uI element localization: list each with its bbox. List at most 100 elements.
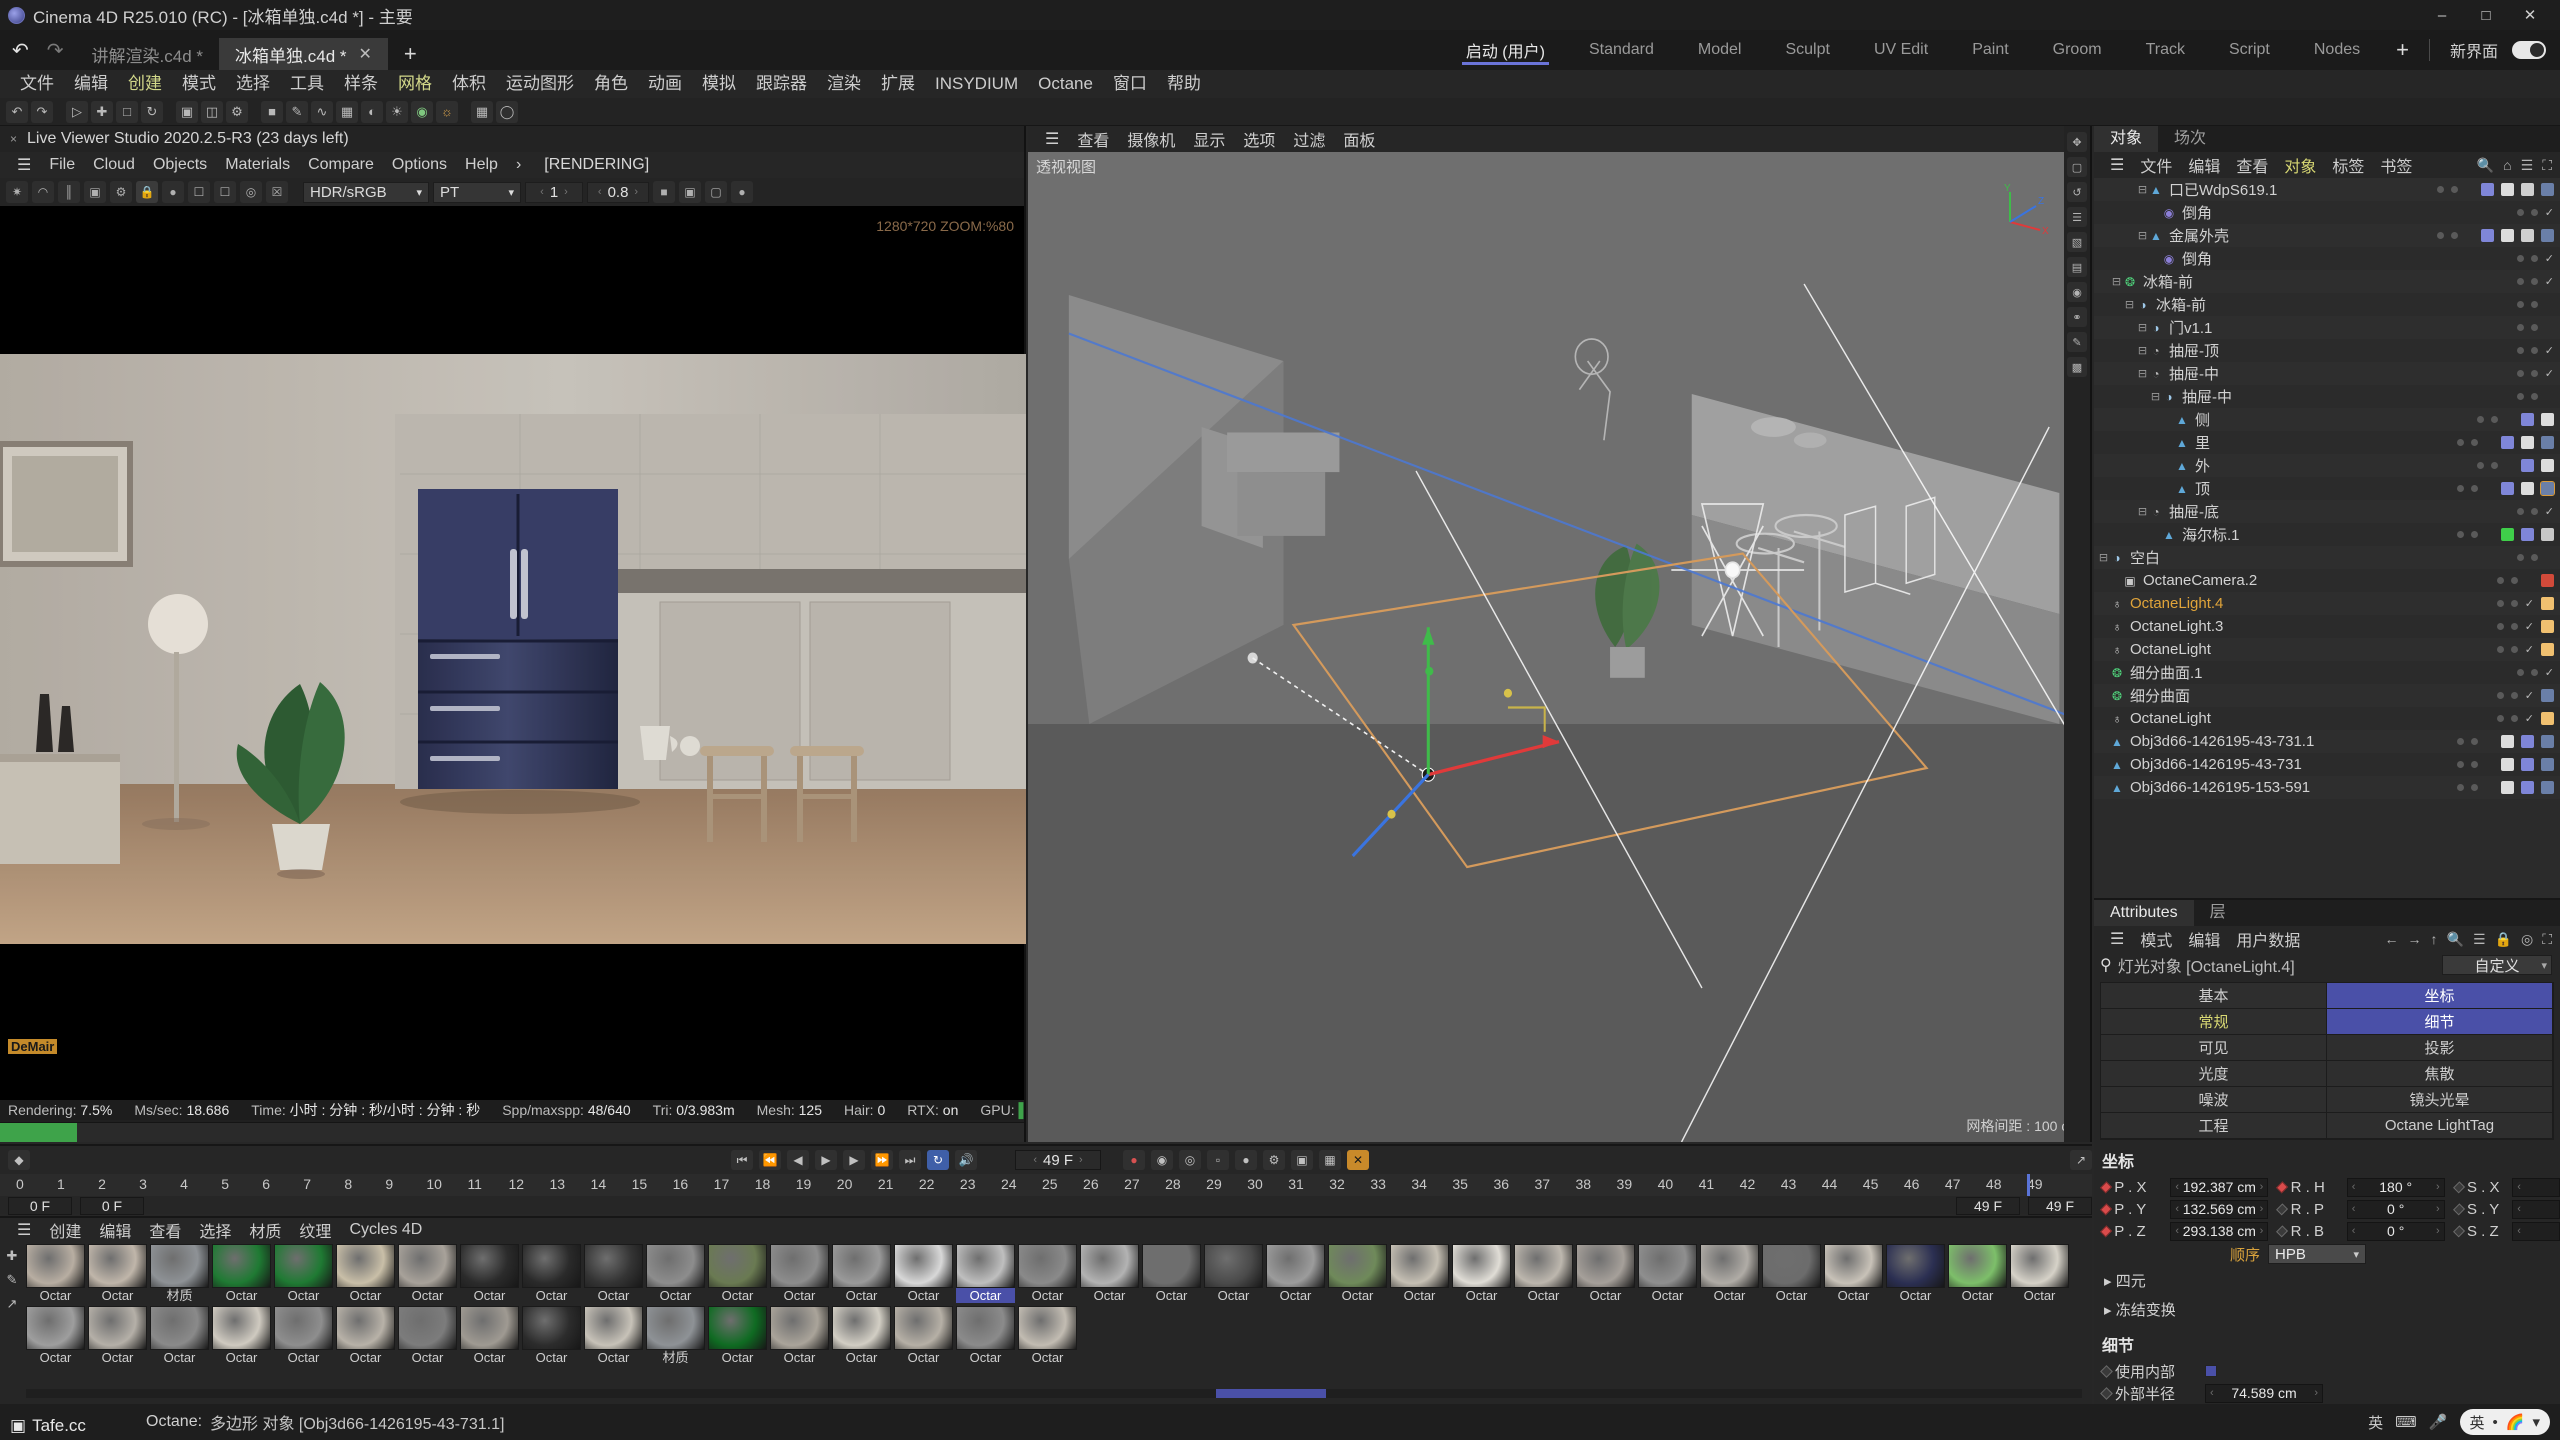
visibility-editor-dot[interactable] [2516, 508, 2524, 515]
tag-icon-checker[interactable] [2501, 781, 2514, 794]
material-swatch[interactable]: Octar [1886, 1244, 1945, 1303]
coord-field-position[interactable]: ‹ 132.569 cm › [2170, 1199, 2269, 1219]
layout-tab-nodes[interactable]: Nodes [2292, 30, 2382, 70]
lv-menu-compare[interactable]: Compare [299, 156, 383, 174]
tag-icon-amber[interactable] [2541, 643, 2554, 656]
close-button[interactable]: ✕ [2508, 0, 2552, 30]
nurbs-icon[interactable]: ∿ [311, 100, 333, 123]
vp-menu-options[interactable]: 选项 [1234, 127, 1284, 151]
object-row[interactable]: ▲ Obj3d66-1426195-153-591 [2094, 776, 2560, 799]
material-swatch[interactable]: Octar [1018, 1306, 1077, 1365]
material-swatch[interactable]: Octar [1638, 1244, 1697, 1303]
loop-button[interactable]: ↻ [927, 1150, 949, 1170]
enable-check-icon[interactable]: ✓ [2545, 275, 2554, 288]
ime-toolbar[interactable]: 英 • 🌈 ▾ [2459, 1409, 2550, 1435]
pause-render-icon[interactable]: ◠ [32, 181, 54, 203]
coord-field-position[interactable]: ‹ 192.387 cm › [2170, 1177, 2269, 1197]
alpha-icon[interactable]: ▣ [679, 181, 701, 203]
keyframe-marker[interactable] [2100, 1202, 2113, 1216]
material-swatch[interactable]: Octar [770, 1306, 829, 1365]
visibility-editor-dot[interactable] [2457, 531, 2464, 538]
target-icon[interactable]: ◎ [240, 181, 262, 203]
material-swatch[interactable]: Octar [274, 1306, 333, 1365]
material-swatch[interactable]: Octar [1452, 1244, 1511, 1303]
material-swatch[interactable]: Octar [832, 1244, 891, 1303]
tag-icon-checker[interactable] [2521, 436, 2534, 449]
tag-icon-flag[interactable] [2501, 482, 2514, 495]
colorspace-select[interactable]: HDR/sRGB ▾ [303, 181, 429, 203]
material-swatch[interactable]: Octar [1266, 1244, 1325, 1303]
layout-tab-uvedit[interactable]: UV Edit [1852, 30, 1950, 70]
attribute-tab-噪波[interactable]: 噪波 [2101, 1087, 2327, 1113]
keyframe-marker[interactable] [2100, 1386, 2113, 1400]
close-icon[interactable]: × [10, 132, 17, 146]
rotation-order-select[interactable]: HPB ▾ [2268, 1244, 2367, 1264]
play-button[interactable]: ▶ [815, 1150, 837, 1170]
tag-icon-tex[interactable] [2541, 528, 2554, 541]
visibility-render-dot[interactable] [2471, 761, 2478, 768]
coord-field-rotation[interactable]: ‹ 0 ° › [2346, 1221, 2445, 1241]
vp-menu-camera[interactable]: 摄像机 [1118, 127, 1184, 151]
back-icon[interactable]: ← [2385, 931, 2399, 948]
tag-icon-checker[interactable] [2501, 735, 2514, 748]
visibility-render-dot[interactable] [2531, 301, 2538, 308]
visibility-editor-dot[interactable] [2496, 600, 2504, 607]
object-row[interactable]: ⊟ ◔ 抽屉-中 ✓ [2094, 362, 2560, 385]
tag-icon-flag[interactable] [2521, 413, 2534, 426]
material-swatch[interactable]: Octar [584, 1244, 643, 1303]
material-swatch[interactable]: Octar [708, 1306, 767, 1365]
object-row[interactable]: ▲ Obj3d66-1426195-43-731.1 [2094, 730, 2560, 753]
vp-menu-display[interactable]: 显示 [1184, 127, 1234, 151]
freeze-transform-section[interactable]: ▸ 冻结变换 [2094, 1295, 2560, 1324]
camera-icon[interactable]: ◉ [411, 100, 433, 123]
object-row[interactable]: ▲ 外 [2094, 454, 2560, 477]
field-icon[interactable]: ◯ [496, 100, 518, 123]
tag-icon-checker[interactable] [2501, 758, 2514, 771]
render-settings-icon[interactable]: ⚙ [226, 100, 248, 123]
next-keyframe-button[interactable]: ⏩ [871, 1150, 893, 1170]
material-swatch[interactable]: Octar [708, 1244, 767, 1303]
spline-pen-icon[interactable]: ✎ [286, 100, 308, 123]
enable-check-icon[interactable]: ✓ [2525, 597, 2534, 610]
visibility-editor-dot[interactable] [2496, 646, 2504, 653]
columns-icon[interactable]: ║ [58, 181, 80, 203]
menu-tracker[interactable]: 跟踪器 [746, 70, 817, 98]
menu-select[interactable]: 选择 [226, 70, 280, 98]
tag-icon-checker[interactable] [2501, 229, 2514, 242]
scale-axis-icon[interactable]: ▢ [2067, 157, 2087, 177]
attr-menu-edit[interactable]: 编辑 [2180, 927, 2228, 951]
render-icon[interactable]: ◉ [2067, 282, 2087, 302]
expand-toggle-icon[interactable]: ⊟ [2137, 505, 2148, 518]
filter-icon[interactable]: ☰ [2521, 157, 2534, 174]
vp-menu-filter[interactable]: 过滤 [1284, 127, 1334, 151]
expand-toggle-icon[interactable]: ⊟ [2137, 344, 2148, 357]
material-swatch[interactable]: Octar [398, 1244, 457, 1303]
enable-check-icon[interactable]: ✓ [2525, 712, 2534, 725]
arrow-icon[interactable]: ↗ [7, 1296, 18, 1312]
visibility-editor-dot[interactable] [2516, 669, 2524, 676]
render-region-icon[interactable]: ◫ [201, 100, 223, 123]
material-swatch[interactable]: Octar [1762, 1244, 1821, 1303]
om-menu-tags[interactable]: 标签 [2324, 153, 2372, 177]
go-to-end-button[interactable]: ⏭ [899, 1150, 921, 1170]
tag-icon-flag[interactable] [2521, 758, 2534, 771]
layout-tab-track[interactable]: Track [2124, 30, 2207, 70]
vp-menu-view[interactable]: 查看 [1068, 127, 1118, 151]
mic-icon[interactable]: 🎤 [2429, 1413, 2448, 1431]
visibility-render-dot[interactable] [2531, 324, 2538, 331]
object-row[interactable]: ⊟ ▲ 口已WdpS619.1 [2094, 178, 2560, 201]
visibility-render-dot[interactable] [2471, 485, 2478, 492]
layout-tab-script[interactable]: Script [2207, 30, 2292, 70]
detail-checkbox[interactable] [2205, 1365, 2217, 1377]
om-menu-object[interactable]: 对象 [2276, 153, 2324, 177]
coord-field-rotation[interactable]: ‹ 180 ° › [2346, 1177, 2445, 1197]
menu-animation[interactable]: 动画 [638, 70, 692, 98]
tag-icon-sphere[interactable] [2541, 735, 2554, 748]
visibility-editor-dot[interactable] [2516, 255, 2524, 262]
layout-tab-groom[interactable]: Groom [2031, 30, 2124, 70]
visibility-render-dot[interactable] [2471, 531, 2478, 538]
tag-icon-sphere[interactable] [2541, 758, 2554, 771]
menu-tools[interactable]: 工具 [280, 70, 334, 98]
tag-icon-amber[interactable] [2541, 620, 2554, 633]
keyframe-rotation-button[interactable]: ● [1235, 1150, 1257, 1170]
